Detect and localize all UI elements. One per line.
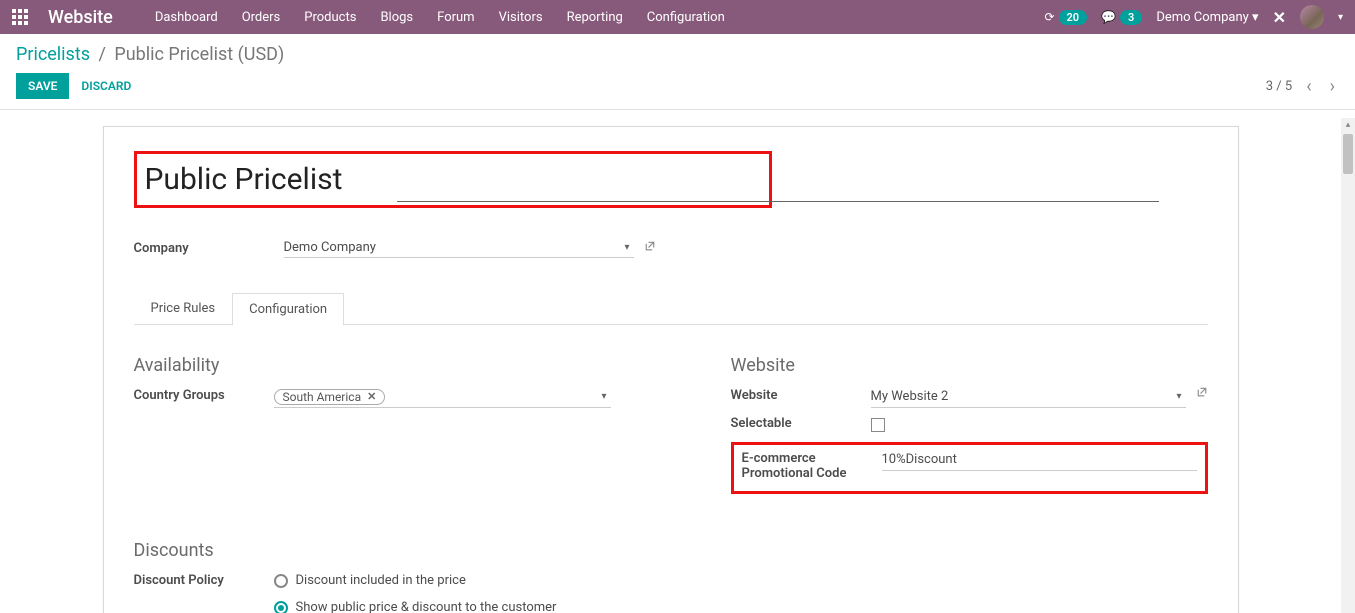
discount-policy-row: Discount Policy Discount included in the… <box>134 571 1208 613</box>
control-actions: SAVE DISCARD 3 / 5 ‹ › <box>16 73 1339 99</box>
pager-text: 3 / 5 <box>1266 79 1292 94</box>
company-caret-icon: ▾ <box>620 242 633 253</box>
company-row: Company ▾ <box>134 238 1208 258</box>
radio-included-label: Discount included in the price <box>296 573 466 588</box>
form-scroll-area: Company ▾ Price Rules Configuration Avai… <box>0 118 1341 613</box>
breadcrumb-root[interactable]: Pricelists <box>16 44 90 65</box>
country-groups-label: Country Groups <box>134 386 274 403</box>
discounts-section: Discounts Discount Policy Discount inclu… <box>134 540 1208 613</box>
timer-icon: ⟳ <box>1044 10 1054 24</box>
caret-down-icon: ▾ <box>1252 10 1259 25</box>
company-field[interactable]: ▾ <box>284 238 634 258</box>
main-menu: Dashboard Orders Products Blogs Forum Vi… <box>143 2 737 33</box>
radio-show-label: Show public price & discount to the cust… <box>296 600 557 613</box>
external-link-icon <box>1196 386 1208 398</box>
top-nav: Website Dashboard Orders Products Blogs … <box>0 0 1355 34</box>
discounts-heading: Discounts <box>134 540 1208 561</box>
website-external-link[interactable] <box>1196 386 1208 402</box>
vertical-scrollbar[interactable]: ▴ <box>1341 118 1355 613</box>
title-highlight-box <box>134 151 772 208</box>
selectable-row: Selectable <box>731 414 1208 436</box>
title-underline <box>397 201 1159 202</box>
radio-show[interactable] <box>274 601 288 613</box>
country-groups-row: Country Groups South America ✕ ▾ <box>134 386 611 408</box>
user-avatar[interactable] <box>1300 5 1324 29</box>
apps-icon[interactable] <box>12 9 28 25</box>
topnav-right: ⟳ 20 💬 3 Demo Company ▾ ✕ ▾ <box>1044 5 1343 29</box>
promo-row: E-commerce Promotional Code <box>742 449 1197 481</box>
menu-visitors[interactable]: Visitors <box>487 2 555 33</box>
chat-count: 3 <box>1120 10 1142 25</box>
close-icon[interactable]: ✕ <box>1273 8 1286 27</box>
chat-icon: 💬 <box>1101 10 1116 24</box>
menu-configuration[interactable]: Configuration <box>635 2 737 33</box>
pager-next[interactable]: › <box>1326 76 1339 97</box>
scrollbar-up-icon[interactable]: ▴ <box>1341 118 1355 132</box>
promo-label-line2: Promotional Code <box>742 466 847 481</box>
tab-content-configuration: Availability Country Groups South Americ… <box>134 325 1208 494</box>
company-label: Company <box>134 241 284 256</box>
company-input[interactable] <box>284 240 621 255</box>
company-name: Demo Company <box>1156 10 1248 25</box>
scrollbar-thumb[interactable] <box>1343 134 1353 174</box>
control-bar: Pricelists / Public Pricelist (USD) SAVE… <box>0 34 1355 110</box>
promo-code-input[interactable] <box>882 452 1197 467</box>
discard-button[interactable]: DISCARD <box>69 73 143 99</box>
pager: 3 / 5 ‹ › <box>1266 76 1339 97</box>
radio-row-show[interactable]: Show public price & discount to the cust… <box>274 600 1208 613</box>
promo-field[interactable] <box>882 449 1197 471</box>
website-field[interactable]: ▾ <box>871 386 1186 408</box>
breadcrumb: Pricelists / Public Pricelist (USD) <box>16 44 1339 65</box>
website-heading: Website <box>731 355 1208 376</box>
menu-orders[interactable]: Orders <box>230 2 293 33</box>
timer-count: 20 <box>1059 10 1088 25</box>
company-external-link[interactable] <box>644 240 656 256</box>
menu-reporting[interactable]: Reporting <box>555 2 635 33</box>
timer-indicator[interactable]: ⟳ 20 <box>1044 10 1087 25</box>
website-label: Website <box>731 386 871 403</box>
discount-policy-options: Discount included in the price Show publ… <box>274 571 1208 613</box>
save-button[interactable]: SAVE <box>16 73 69 99</box>
breadcrumb-current: Public Pricelist (USD) <box>114 44 284 65</box>
country-tag-label: South America <box>283 390 362 404</box>
selectable-checkbox[interactable] <box>871 418 885 432</box>
discount-policy-label: Discount Policy <box>134 571 274 588</box>
pager-prev[interactable]: ‹ <box>1302 76 1315 97</box>
menu-dashboard[interactable]: Dashboard <box>143 2 230 33</box>
country-tag[interactable]: South America ✕ <box>274 389 386 405</box>
breadcrumb-sep: / <box>99 44 106 65</box>
company-switcher[interactable]: Demo Company ▾ <box>1156 10 1258 25</box>
selectable-label: Selectable <box>731 414 871 431</box>
availability-heading: Availability <box>134 355 611 376</box>
title-row <box>134 151 1208 214</box>
country-groups-caret-icon: ▾ <box>597 391 610 402</box>
form-sheet: Company ▾ Price Rules Configuration Avai… <box>103 126 1239 613</box>
website-input[interactable] <box>871 389 1173 404</box>
tab-configuration[interactable]: Configuration <box>232 293 344 325</box>
tabs: Price Rules Configuration <box>134 292 1208 325</box>
country-tag-remove-icon[interactable]: ✕ <box>367 390 376 403</box>
promo-label-line1: E-commerce <box>742 451 816 466</box>
chat-indicator[interactable]: 💬 3 <box>1101 10 1142 25</box>
user-caret-icon: ▾ <box>1338 12 1343 23</box>
promo-label: E-commerce Promotional Code <box>742 449 882 481</box>
radio-row-included[interactable]: Discount included in the price <box>274 573 1208 588</box>
promo-highlight-box: E-commerce Promotional Code <box>731 442 1208 494</box>
website-caret-icon: ▾ <box>1172 391 1185 402</box>
menu-blogs[interactable]: Blogs <box>368 2 425 33</box>
availability-column: Availability Country Groups South Americ… <box>134 355 611 494</box>
menu-forum[interactable]: Forum <box>425 2 486 33</box>
pricelist-name-input[interactable] <box>143 156 763 203</box>
website-row: Website ▾ <box>731 386 1208 408</box>
selectable-field <box>871 414 1208 436</box>
tab-price-rules[interactable]: Price Rules <box>134 292 233 324</box>
brand-title: Website <box>48 7 113 28</box>
radio-included[interactable] <box>274 574 288 588</box>
external-link-icon <box>644 240 656 252</box>
website-column: Website Website ▾ Selectable <box>731 355 1208 494</box>
menu-products[interactable]: Products <box>292 2 368 33</box>
country-groups-field[interactable]: South America ✕ ▾ <box>274 386 611 408</box>
